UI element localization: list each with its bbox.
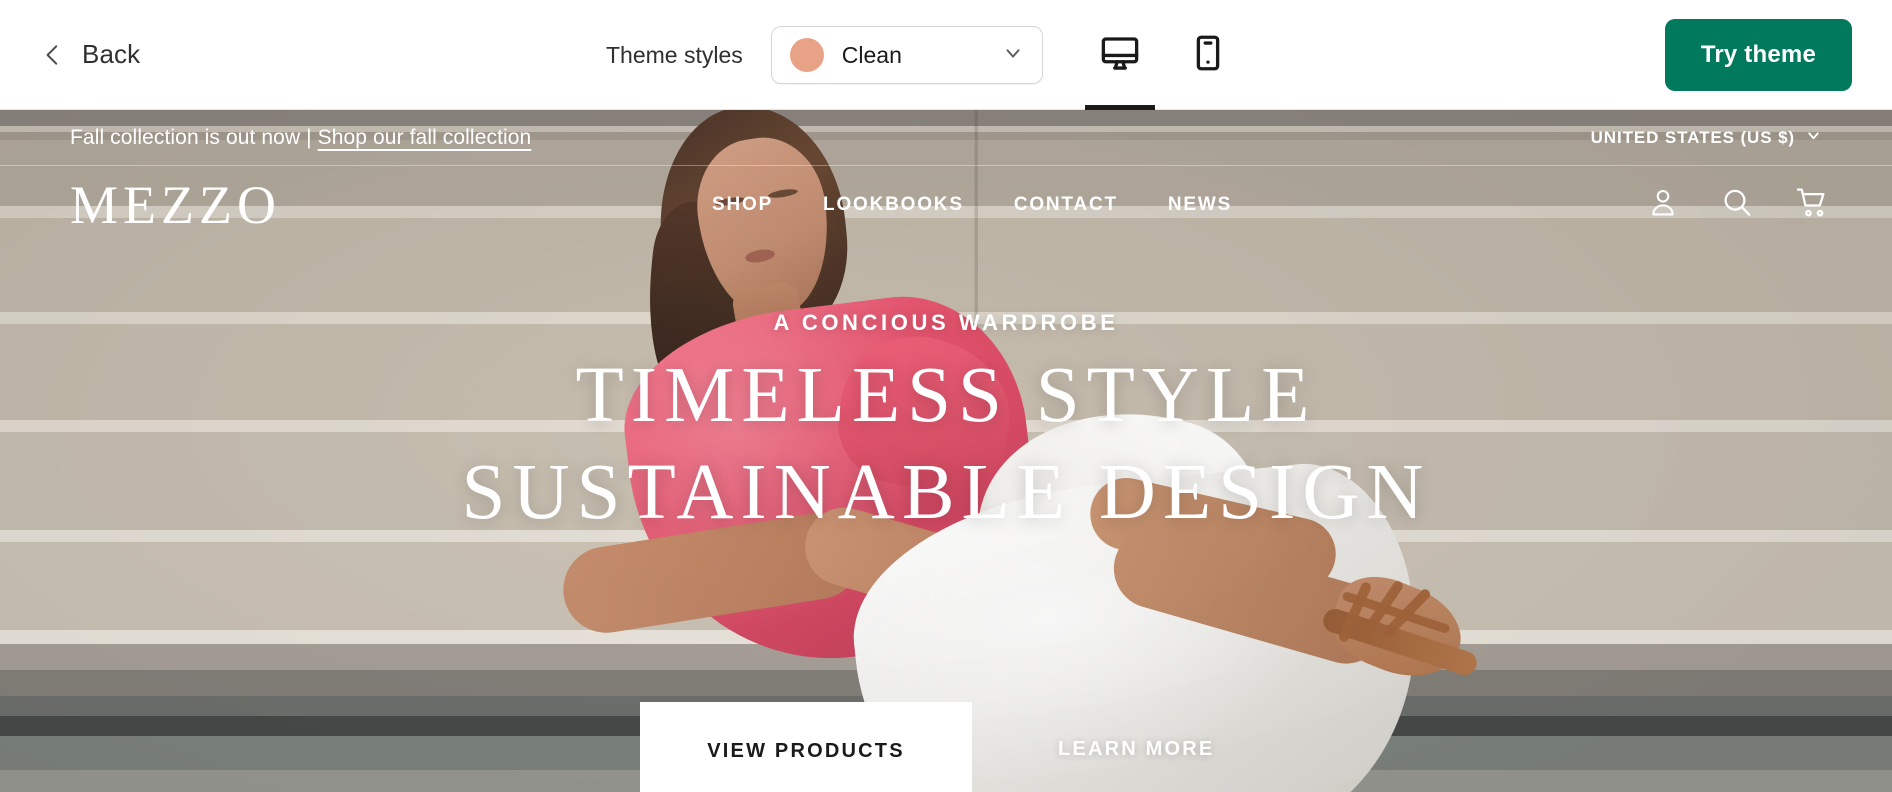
device-toggle-desktop[interactable] <box>1085 0 1155 110</box>
announcement-text: Fall collection is out now | Shop our fa… <box>70 126 531 150</box>
view-products-button[interactable]: VIEW PRODUCTS <box>640 702 972 792</box>
desktop-monitor-icon <box>1099 32 1141 79</box>
chevron-down-icon <box>1002 42 1024 69</box>
try-theme-button[interactable]: Try theme <box>1664 19 1852 91</box>
account-icon[interactable] <box>1646 186 1680 225</box>
device-toggle-mobile[interactable] <box>1173 0 1243 110</box>
announcement-link[interactable]: Shop our fall collection <box>318 126 532 149</box>
chevron-left-icon <box>40 42 66 68</box>
store-header: MEZZO SHOP LOOKBOOKS CONTACT NEWS <box>0 166 1892 244</box>
learn-more-link[interactable]: LEARN MORE <box>1058 738 1214 761</box>
nav-item-contact[interactable]: CONTACT <box>1014 194 1118 216</box>
style-color-swatch <box>789 38 824 72</box>
announcement-bar: Fall collection is out now | Shop our fa… <box>0 110 1892 166</box>
cart-icon[interactable] <box>1794 185 1830 226</box>
back-button[interactable]: Back <box>40 39 140 70</box>
style-select-value: Clean <box>841 41 902 68</box>
mobile-phone-icon <box>1187 32 1229 79</box>
back-label: Back <box>82 39 141 69</box>
currency-label: UNITED STATES (US $) <box>1590 127 1795 147</box>
search-icon[interactable] <box>1720 186 1754 225</box>
theme-styles-group: Theme styles Clean <box>606 0 1043 110</box>
chevron-down-icon <box>1805 127 1822 149</box>
nav-item-news[interactable]: NEWS <box>1168 194 1232 216</box>
theme-styles-label: Theme styles <box>606 41 743 68</box>
main-navigation: SHOP LOOKBOOKS CONTACT NEWS <box>712 194 1232 216</box>
device-toggle-group <box>1085 0 1243 110</box>
theme-preview-toolbar: Back Theme styles Clean Try theme <box>0 0 1892 110</box>
store-logo[interactable]: MEZZO <box>70 178 281 232</box>
nav-item-shop[interactable]: SHOP <box>712 194 773 216</box>
announcement-message: Fall collection is out now | <box>70 125 318 149</box>
nav-item-lookbooks[interactable]: LOOKBOOKS <box>823 194 964 216</box>
currency-selector[interactable]: UNITED STATES (US $) <box>1591 127 1822 149</box>
header-icon-group <box>1646 185 1830 226</box>
store-preview-frame: Fall collection is out now | Shop our fa… <box>0 110 1892 792</box>
theme-style-select[interactable]: Clean <box>770 26 1043 84</box>
